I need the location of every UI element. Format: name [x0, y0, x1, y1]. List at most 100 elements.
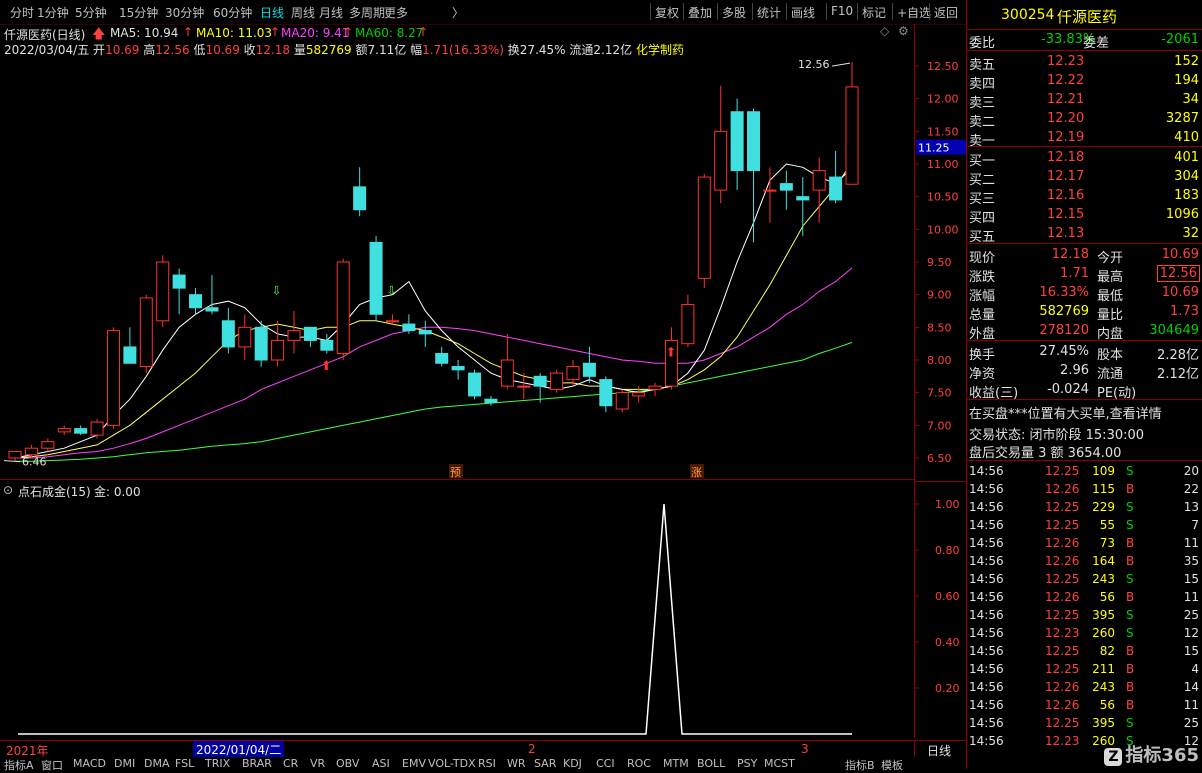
- toolbar-action-0[interactable]: 复权: [655, 4, 679, 21]
- toolbar-action-3[interactable]: 统计: [757, 4, 781, 21]
- low-price-label: 6.46: [22, 456, 47, 469]
- candle: [172, 268, 186, 315]
- toolbar-action-7[interactable]: +自选: [897, 4, 931, 21]
- date-axis: 2021年 2022/01/04/二 2 3: [0, 740, 914, 758]
- ask-row[interactable]: 卖四 12.22 194: [967, 72, 1202, 92]
- ask-row[interactable]: 卖三 12.21 34: [967, 91, 1202, 111]
- candlestick-chart[interactable]: 12.56 6.46 ⇩ ⇩ ⬆ ⬆ 预 涨: [0, 58, 914, 480]
- indicator-tab-15[interactable]: WR: [507, 757, 526, 770]
- candle: [730, 98, 744, 191]
- period-tab-2[interactable]: 5分钟: [75, 4, 107, 21]
- candle: [106, 327, 120, 429]
- toolbar-action-2[interactable]: 多股: [722, 4, 746, 21]
- ma10-up-icon: ↑: [270, 25, 281, 39]
- period-indicator[interactable]: 日线: [914, 740, 967, 758]
- indicator-tab-10[interactable]: OBV: [336, 757, 359, 770]
- period-tab-3[interactable]: 15分钟: [119, 4, 158, 21]
- indicator-tab-1[interactable]: 窗口: [41, 757, 63, 773]
- candle: [829, 150, 843, 204]
- indicator-tab-17[interactable]: KDJ: [563, 757, 582, 770]
- indicator-tab-6[interactable]: TRIX: [205, 757, 230, 770]
- indicator-tab-25[interactable]: 模板: [881, 757, 903, 773]
- settings-icon[interactable]: ⚙: [898, 24, 909, 38]
- indicator-tick-label: 0.40: [935, 636, 960, 649]
- bid-row[interactable]: 买五 12.13 32: [967, 225, 1202, 245]
- indicator-tab-14[interactable]: RSI: [478, 757, 496, 770]
- indicator-tab-0[interactable]: 指标A: [4, 757, 34, 773]
- toolbar-action-4[interactable]: 画线: [791, 4, 815, 21]
- indicator-tab-21[interactable]: BOLL: [697, 757, 725, 770]
- candle: [123, 327, 137, 364]
- indicator-toggle-icon[interactable]: ⊙: [3, 483, 13, 497]
- indicator-tab-16[interactable]: SAR: [534, 757, 556, 770]
- bid-row[interactable]: 买四 12.15 1096: [967, 206, 1202, 226]
- candle-body: [156, 261, 170, 322]
- toolbar-action-1[interactable]: 叠加: [688, 4, 712, 21]
- stat-row: 总量 582769 量比 1.73: [969, 304, 1199, 323]
- indicator-tab-3[interactable]: DMI: [114, 757, 135, 770]
- bid-row[interactable]: 买一 12.18 401: [967, 149, 1202, 169]
- ask-row[interactable]: 卖一 12.19 410: [967, 129, 1202, 149]
- indicator-tab-4[interactable]: DMA: [144, 757, 170, 770]
- candle-body: [763, 189, 777, 192]
- price-tick-label: 10.50: [927, 191, 959, 204]
- candle: [812, 157, 826, 223]
- indicator-tab-24[interactable]: 指标B: [845, 757, 875, 773]
- ma5-up-icon: ↑: [183, 25, 194, 39]
- candle: [451, 360, 465, 380]
- indicator-tab-11[interactable]: ASI: [372, 757, 390, 770]
- candle-body: [189, 294, 203, 309]
- candle-body: [500, 359, 514, 387]
- indicator-tab-23[interactable]: MCST: [764, 757, 795, 770]
- toolbar-action-5[interactable]: F10: [831, 4, 853, 18]
- candle-body: [714, 130, 728, 191]
- up-arrow-icon: ⬆: [665, 346, 676, 361]
- ask-row[interactable]: 卖二 12.20 3287: [967, 110, 1202, 130]
- date-label-cursor: 2022/01/04/二: [193, 741, 285, 758]
- ask-row[interactable]: 卖五 12.23 152: [967, 53, 1202, 73]
- period-tab-10[interactable]: 更多: [384, 4, 408, 21]
- candle-body: [385, 320, 399, 323]
- price-tick-label: 8.00: [927, 354, 952, 367]
- trade-status: 交易状态: 闭市阶段 15:30:00: [969, 428, 1145, 443]
- bid-row[interactable]: 买二 12.17 304: [967, 168, 1202, 188]
- indicator-tick-label: 1.00: [935, 498, 960, 511]
- tick-row: 14:56 12.26 115 B 22: [969, 482, 1199, 496]
- indicator-axis: 1.00 0.80 0.60 0.40 0.20: [914, 482, 960, 738]
- candle-body: [353, 186, 367, 211]
- period-tab-4[interactable]: 30分钟: [165, 4, 204, 21]
- period-tab-0[interactable]: 分时: [10, 4, 34, 21]
- indicator-tab-8[interactable]: CR: [283, 757, 298, 770]
- period-tab-1[interactable]: 1分钟: [37, 4, 69, 21]
- indicator-tab-19[interactable]: ROC: [627, 757, 651, 770]
- candle: [796, 177, 810, 236]
- indicator-tab-13[interactable]: VOL-TDX: [428, 757, 476, 770]
- period-tab-7[interactable]: 周线: [291, 4, 315, 21]
- indicator-tab-22[interactable]: PSY: [737, 757, 757, 770]
- candle-body: [254, 326, 268, 361]
- toolbar-action-8[interactable]: 返回: [934, 4, 958, 21]
- big-order-notice[interactable]: 在买盘***位置有大买单,查看详情: [967, 402, 1202, 422]
- diamond-icon[interactable]: ◇: [880, 24, 889, 38]
- period-tab-8[interactable]: 月线: [319, 4, 343, 21]
- candle-body: [845, 86, 859, 185]
- indicator-chart[interactable]: [0, 498, 914, 740]
- indicator-tab-9[interactable]: VR: [310, 757, 325, 770]
- candle-body: [402, 323, 416, 332]
- period-tab-5[interactable]: 60分钟: [213, 4, 252, 21]
- bid-row[interactable]: 买三 12.16 183: [967, 187, 1202, 207]
- period-tab-6[interactable]: 日线: [260, 4, 284, 21]
- indicator-tab-18[interactable]: CCI: [596, 757, 615, 770]
- candle-body: [747, 111, 761, 172]
- indicator-tab-20[interactable]: MTM: [663, 757, 689, 770]
- indicator-tab-5[interactable]: FSL: [175, 757, 194, 770]
- period-tab-9[interactable]: 多周期: [349, 4, 385, 21]
- toolbar-action-6[interactable]: 标记: [862, 4, 886, 21]
- indicator-tick-label: 0.60: [935, 590, 960, 603]
- more-chevron-icon[interactable]: 〉: [452, 4, 464, 21]
- indicator-tab-12[interactable]: EMV: [402, 757, 426, 770]
- indicator-tab-2[interactable]: MACD: [73, 757, 106, 770]
- indicator-tab-7[interactable]: BRAR: [242, 757, 272, 770]
- candle: [566, 360, 580, 387]
- candle: [697, 173, 711, 289]
